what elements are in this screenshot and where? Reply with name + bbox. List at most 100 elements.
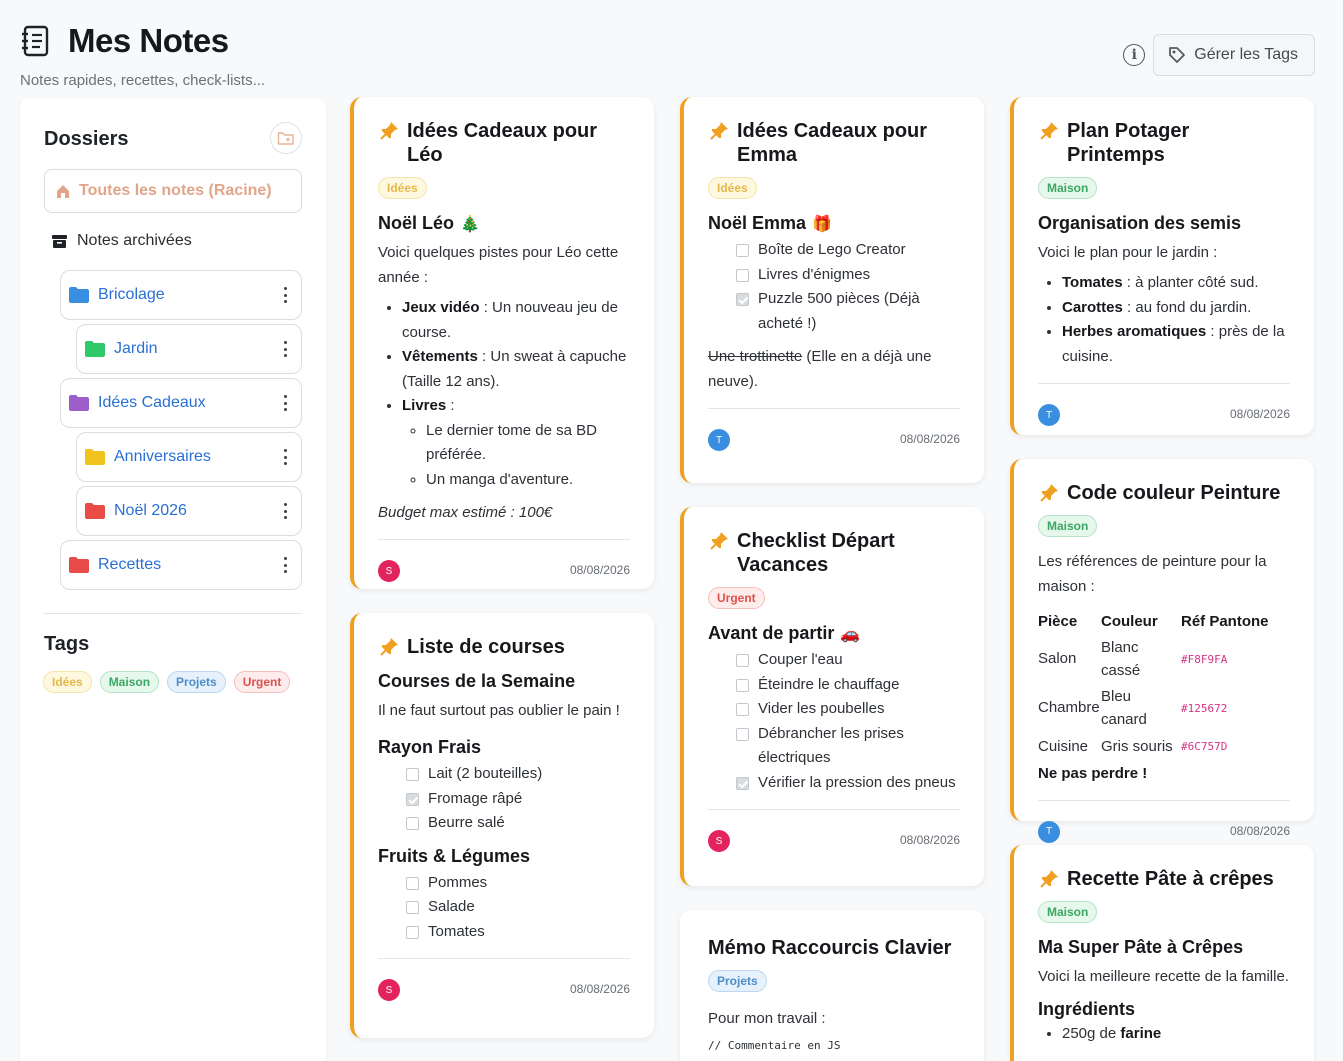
- table-cell: Chambre: [1038, 699, 1100, 717]
- note-card-crepes[interactable]: Recette Pâte à crêpes Maison Ma Super Pâ…: [1010, 845, 1314, 1061]
- table-row: Cuisine Gris souris #6C757D: [1038, 733, 1269, 761]
- archived-notes-link[interactable]: Notes archivées: [52, 232, 192, 250]
- note-card-potager[interactable]: Plan Potager Printemps Maison Organisati…: [1010, 97, 1314, 435]
- note-heading: Ma Super Pâte à Crêpes: [1038, 937, 1244, 957]
- note-card-courses[interactable]: Liste de courses Courses de la Semaine I…: [350, 613, 654, 1038]
- more-options-icon[interactable]: [283, 449, 287, 465]
- note-tag-maison[interactable]: Maison: [1038, 177, 1098, 199]
- checklist-item: Pommes: [378, 871, 630, 896]
- home-icon: [57, 185, 69, 198]
- more-options-icon[interactable]: [283, 395, 287, 411]
- folder-idees-cadeaux[interactable]: Idées Cadeaux: [60, 378, 302, 428]
- checkbox[interactable]: [406, 876, 419, 890]
- column-header: Réf Pantone: [1181, 613, 1269, 630]
- table-header-row: Pièce Couleur Réf Pantone: [1038, 609, 1269, 635]
- sidebar: Dossiers Toutes les notes (Racine) Notes…: [20, 98, 326, 1061]
- pin-icon[interactable]: [1038, 120, 1060, 142]
- pin-icon[interactable]: [378, 636, 400, 658]
- tag-projets[interactable]: Projets: [167, 671, 226, 693]
- checkbox[interactable]: [736, 776, 749, 790]
- tag-maison[interactable]: Maison: [99, 671, 160, 693]
- ingredients-list: 250g de farine: [1038, 1022, 1290, 1047]
- checkbox[interactable]: [736, 703, 749, 716]
- note-tag-maison[interactable]: Maison: [1038, 901, 1098, 923]
- pin-icon[interactable]: [378, 120, 400, 142]
- checklist-label: Puzzle 500 pièces (Déjà acheté !): [758, 290, 920, 332]
- folder-noel-2026[interactable]: Noël 2026: [76, 486, 302, 536]
- folder-label: Idées Cadeaux: [98, 394, 206, 411]
- folder-jardin[interactable]: Jardin: [76, 324, 302, 374]
- note-card-peinture[interactable]: Code couleur Peinture Maison Les référen…: [1010, 459, 1314, 843]
- note-title: Liste de courses: [407, 636, 565, 658]
- column-header: Couleur: [1101, 613, 1158, 630]
- checkbox[interactable]: [406, 792, 419, 806]
- pin-icon[interactable]: [1038, 482, 1060, 504]
- note-tag-idees[interactable]: Idées: [708, 177, 757, 199]
- root-label: Toutes les notes (Racine): [79, 182, 272, 199]
- folder-label: Jardin: [114, 340, 158, 357]
- avatar: S: [378, 979, 400, 1001]
- checkbox[interactable]: [406, 768, 419, 781]
- tag-urgent[interactable]: Urgent: [233, 671, 291, 693]
- checkbox[interactable]: [406, 901, 419, 914]
- table-cell: Gris souris: [1101, 737, 1173, 755]
- checklist-item: Tomates: [378, 920, 630, 945]
- header-actions: i Gérer les Tags: [1123, 34, 1315, 76]
- note-tag-projets[interactable]: Projets: [708, 970, 767, 992]
- new-folder-button[interactable]: [270, 122, 302, 154]
- list-item: Vêtements : Un sweat à capuche (Taille 1…: [402, 345, 630, 394]
- pin-icon[interactable]: [1038, 868, 1060, 890]
- more-options-icon[interactable]: [283, 503, 287, 519]
- pin-icon[interactable]: [708, 120, 730, 142]
- checklist-item: Livres d'énigmes: [708, 263, 960, 288]
- avatar: T: [1038, 820, 1060, 843]
- note-card-emma[interactable]: Idées Cadeaux pour Emma Idées Noël Emma 🎁…: [680, 97, 984, 483]
- note-card-leo[interactable]: Idées Cadeaux pour Léo Idées Noël Léo 🎄 V…: [350, 97, 654, 589]
- code-block: // Commentaire en JS: [708, 1039, 841, 1052]
- more-options-icon[interactable]: [283, 557, 287, 573]
- archive-icon: [52, 234, 67, 248]
- note-card-memo[interactable]: Mémo Raccourcis Clavier Projets Pour mon…: [680, 910, 984, 1061]
- manage-tags-label: Gérer les Tags: [1194, 46, 1298, 63]
- note-date: 08/08/2026: [899, 432, 960, 446]
- checkbox[interactable]: [736, 293, 749, 306]
- folder-bricolage[interactable]: Bricolage: [60, 270, 302, 320]
- folder-recettes[interactable]: Recettes: [60, 540, 302, 590]
- hex-code: #125672: [1181, 701, 1228, 715]
- table-cell: #125672: [1181, 684, 1269, 733]
- checklist-label: Boîte de Lego Creator: [758, 241, 906, 258]
- list-item: Un manga d'aventure.: [426, 468, 630, 493]
- checkbox[interactable]: [736, 244, 749, 257]
- all-notes-root-button[interactable]: Toutes les notes (Racine): [44, 169, 302, 213]
- column-header: Pièce: [1038, 613, 1078, 630]
- checklist-item: Lait (2 bouteilles): [378, 762, 630, 787]
- note-intro: Voici le plan pour le jardin :: [1038, 244, 1218, 261]
- archived-label: Notes archivées: [77, 232, 192, 249]
- manage-tags-button[interactable]: Gérer les Tags: [1153, 34, 1315, 76]
- section-heading: Rayon Frais: [378, 737, 482, 757]
- checkbox[interactable]: [736, 268, 749, 282]
- note-tag-maison[interactable]: Maison: [1038, 515, 1098, 537]
- note-tag-idees[interactable]: Idées: [378, 177, 427, 199]
- more-options-icon[interactable]: [283, 341, 287, 357]
- checkbox[interactable]: [406, 817, 419, 830]
- note-date: 08/08/2026: [1229, 407, 1290, 421]
- checklist-label: Salade: [428, 898, 475, 915]
- checkbox[interactable]: [736, 727, 749, 741]
- checkbox[interactable]: [736, 678, 749, 692]
- pin-icon[interactable]: [708, 530, 730, 552]
- info-icon[interactable]: i: [1123, 44, 1146, 66]
- note-card-vacances[interactable]: Checklist Départ Vacances Urgent Avant d…: [680, 507, 984, 886]
- note-paragraph: Une trottinette (Elle en a déjà une neuv…: [708, 344, 960, 394]
- note-intro: Il ne faut surtout pas oublier le pain !: [378, 702, 620, 719]
- checklist-label: Éteindre le chauffage: [758, 675, 900, 693]
- note-tag-urgent[interactable]: Urgent: [708, 587, 765, 609]
- checkbox[interactable]: [736, 654, 749, 667]
- more-options-icon[interactable]: [283, 287, 287, 303]
- checklist-label: Vider les poubelles: [758, 700, 885, 717]
- note-date: 08/08/2026: [1229, 823, 1290, 838]
- folder-anniversaires[interactable]: Anniversaires: [76, 432, 302, 482]
- checkbox[interactable]: [406, 925, 419, 939]
- checklist-item: Fromage râpé: [378, 787, 630, 812]
- tag-idees[interactable]: Idées: [43, 671, 92, 693]
